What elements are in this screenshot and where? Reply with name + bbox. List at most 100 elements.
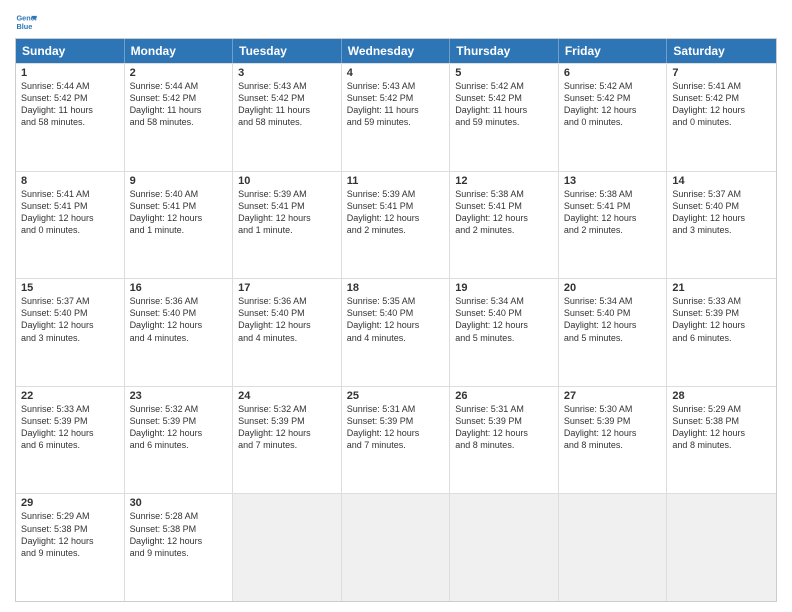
cell-info: Sunrise: 5:40 AM Sunset: 5:41 PM Dayligh… (130, 188, 228, 237)
calendar-week: 15Sunrise: 5:37 AM Sunset: 5:40 PM Dayli… (16, 278, 776, 386)
calendar-cell: 10Sunrise: 5:39 AM Sunset: 5:41 PM Dayli… (233, 172, 342, 279)
day-number: 9 (130, 175, 228, 187)
calendar-cell: 4Sunrise: 5:43 AM Sunset: 5:42 PM Daylig… (342, 64, 451, 171)
cell-info: Sunrise: 5:29 AM Sunset: 5:38 PM Dayligh… (672, 403, 771, 452)
cell-info: Sunrise: 5:37 AM Sunset: 5:40 PM Dayligh… (672, 188, 771, 237)
cell-info: Sunrise: 5:42 AM Sunset: 5:42 PM Dayligh… (455, 80, 553, 129)
calendar-cell: 17Sunrise: 5:36 AM Sunset: 5:40 PM Dayli… (233, 279, 342, 386)
day-number: 22 (21, 390, 119, 402)
day-of-week-header: Thursday (450, 39, 559, 63)
cell-info: Sunrise: 5:43 AM Sunset: 5:42 PM Dayligh… (347, 80, 445, 129)
day-of-week-header: Friday (559, 39, 668, 63)
day-number: 29 (21, 497, 119, 509)
day-number: 26 (455, 390, 553, 402)
calendar-cell: 8Sunrise: 5:41 AM Sunset: 5:41 PM Daylig… (16, 172, 125, 279)
calendar-cell: 28Sunrise: 5:29 AM Sunset: 5:38 PM Dayli… (667, 387, 776, 494)
cell-info: Sunrise: 5:39 AM Sunset: 5:41 PM Dayligh… (238, 188, 336, 237)
day-number: 4 (347, 67, 445, 79)
day-number: 20 (564, 282, 662, 294)
cell-info: Sunrise: 5:41 AM Sunset: 5:42 PM Dayligh… (672, 80, 771, 129)
calendar-cell: 24Sunrise: 5:32 AM Sunset: 5:39 PM Dayli… (233, 387, 342, 494)
calendar-cell: 1Sunrise: 5:44 AM Sunset: 5:42 PM Daylig… (16, 64, 125, 171)
calendar: SundayMondayTuesdayWednesdayThursdayFrid… (15, 38, 777, 602)
cell-info: Sunrise: 5:38 AM Sunset: 5:41 PM Dayligh… (564, 188, 662, 237)
cell-info: Sunrise: 5:31 AM Sunset: 5:39 PM Dayligh… (455, 403, 553, 452)
calendar-week: 22Sunrise: 5:33 AM Sunset: 5:39 PM Dayli… (16, 386, 776, 494)
day-number: 23 (130, 390, 228, 402)
cell-info: Sunrise: 5:33 AM Sunset: 5:39 PM Dayligh… (672, 295, 771, 344)
calendar-cell (233, 494, 342, 601)
cell-info: Sunrise: 5:36 AM Sunset: 5:40 PM Dayligh… (130, 295, 228, 344)
day-number: 18 (347, 282, 445, 294)
day-number: 13 (564, 175, 662, 187)
cell-info: Sunrise: 5:38 AM Sunset: 5:41 PM Dayligh… (455, 188, 553, 237)
cell-info: Sunrise: 5:41 AM Sunset: 5:41 PM Dayligh… (21, 188, 119, 237)
day-of-week-header: Wednesday (342, 39, 451, 63)
day-number: 7 (672, 67, 771, 79)
cell-info: Sunrise: 5:35 AM Sunset: 5:40 PM Dayligh… (347, 295, 445, 344)
day-number: 14 (672, 175, 771, 187)
cell-info: Sunrise: 5:28 AM Sunset: 5:38 PM Dayligh… (130, 510, 228, 559)
cell-info: Sunrise: 5:43 AM Sunset: 5:42 PM Dayligh… (238, 80, 336, 129)
day-number: 2 (130, 67, 228, 79)
day-number: 5 (455, 67, 553, 79)
day-of-week-header: Saturday (667, 39, 776, 63)
page: General Blue SundayMondayTuesdayWednesda… (0, 0, 792, 612)
cell-info: Sunrise: 5:34 AM Sunset: 5:40 PM Dayligh… (564, 295, 662, 344)
calendar-week: 29Sunrise: 5:29 AM Sunset: 5:38 PM Dayli… (16, 493, 776, 601)
cell-info: Sunrise: 5:31 AM Sunset: 5:39 PM Dayligh… (347, 403, 445, 452)
cell-info: Sunrise: 5:36 AM Sunset: 5:40 PM Dayligh… (238, 295, 336, 344)
calendar-cell (450, 494, 559, 601)
calendar-cell: 7Sunrise: 5:41 AM Sunset: 5:42 PM Daylig… (667, 64, 776, 171)
day-number: 28 (672, 390, 771, 402)
day-number: 21 (672, 282, 771, 294)
calendar-cell: 2Sunrise: 5:44 AM Sunset: 5:42 PM Daylig… (125, 64, 234, 171)
calendar-cell: 27Sunrise: 5:30 AM Sunset: 5:39 PM Dayli… (559, 387, 668, 494)
calendar-cell: 14Sunrise: 5:37 AM Sunset: 5:40 PM Dayli… (667, 172, 776, 279)
calendar-cell: 19Sunrise: 5:34 AM Sunset: 5:40 PM Dayli… (450, 279, 559, 386)
day-number: 11 (347, 175, 445, 187)
calendar-cell: 26Sunrise: 5:31 AM Sunset: 5:39 PM Dayli… (450, 387, 559, 494)
calendar-cell: 13Sunrise: 5:38 AM Sunset: 5:41 PM Dayli… (559, 172, 668, 279)
cell-info: Sunrise: 5:33 AM Sunset: 5:39 PM Dayligh… (21, 403, 119, 452)
calendar-cell: 12Sunrise: 5:38 AM Sunset: 5:41 PM Dayli… (450, 172, 559, 279)
cell-info: Sunrise: 5:44 AM Sunset: 5:42 PM Dayligh… (130, 80, 228, 129)
calendar-week: 8Sunrise: 5:41 AM Sunset: 5:41 PM Daylig… (16, 171, 776, 279)
cell-info: Sunrise: 5:37 AM Sunset: 5:40 PM Dayligh… (21, 295, 119, 344)
calendar-cell: 30Sunrise: 5:28 AM Sunset: 5:38 PM Dayli… (125, 494, 234, 601)
day-of-week-header: Monday (125, 39, 234, 63)
day-number: 16 (130, 282, 228, 294)
calendar-cell: 23Sunrise: 5:32 AM Sunset: 5:39 PM Dayli… (125, 387, 234, 494)
calendar-week: 1Sunrise: 5:44 AM Sunset: 5:42 PM Daylig… (16, 63, 776, 171)
cell-info: Sunrise: 5:34 AM Sunset: 5:40 PM Dayligh… (455, 295, 553, 344)
day-number: 10 (238, 175, 336, 187)
day-number: 15 (21, 282, 119, 294)
day-of-week-header: Tuesday (233, 39, 342, 63)
day-number: 1 (21, 67, 119, 79)
calendar-cell: 3Sunrise: 5:43 AM Sunset: 5:42 PM Daylig… (233, 64, 342, 171)
day-number: 8 (21, 175, 119, 187)
calendar-cell: 16Sunrise: 5:36 AM Sunset: 5:40 PM Dayli… (125, 279, 234, 386)
cell-info: Sunrise: 5:32 AM Sunset: 5:39 PM Dayligh… (238, 403, 336, 452)
calendar-cell: 18Sunrise: 5:35 AM Sunset: 5:40 PM Dayli… (342, 279, 451, 386)
calendar-cell (559, 494, 668, 601)
calendar-cell: 22Sunrise: 5:33 AM Sunset: 5:39 PM Dayli… (16, 387, 125, 494)
calendar-cell: 5Sunrise: 5:42 AM Sunset: 5:42 PM Daylig… (450, 64, 559, 171)
calendar-cell: 6Sunrise: 5:42 AM Sunset: 5:42 PM Daylig… (559, 64, 668, 171)
cell-info: Sunrise: 5:44 AM Sunset: 5:42 PM Dayligh… (21, 80, 119, 129)
calendar-cell: 20Sunrise: 5:34 AM Sunset: 5:40 PM Dayli… (559, 279, 668, 386)
calendar-cell: 11Sunrise: 5:39 AM Sunset: 5:41 PM Dayli… (342, 172, 451, 279)
calendar-cell: 25Sunrise: 5:31 AM Sunset: 5:39 PM Dayli… (342, 387, 451, 494)
calendar-body: 1Sunrise: 5:44 AM Sunset: 5:42 PM Daylig… (16, 63, 776, 601)
day-number: 6 (564, 67, 662, 79)
svg-text:Blue: Blue (16, 22, 32, 31)
cell-info: Sunrise: 5:42 AM Sunset: 5:42 PM Dayligh… (564, 80, 662, 129)
cell-info: Sunrise: 5:30 AM Sunset: 5:39 PM Dayligh… (564, 403, 662, 452)
day-number: 12 (455, 175, 553, 187)
header: General Blue (15, 10, 777, 32)
calendar-cell: 9Sunrise: 5:40 AM Sunset: 5:41 PM Daylig… (125, 172, 234, 279)
logo: General Blue (15, 10, 37, 32)
logo-icon: General Blue (15, 10, 37, 32)
cell-info: Sunrise: 5:39 AM Sunset: 5:41 PM Dayligh… (347, 188, 445, 237)
day-number: 27 (564, 390, 662, 402)
